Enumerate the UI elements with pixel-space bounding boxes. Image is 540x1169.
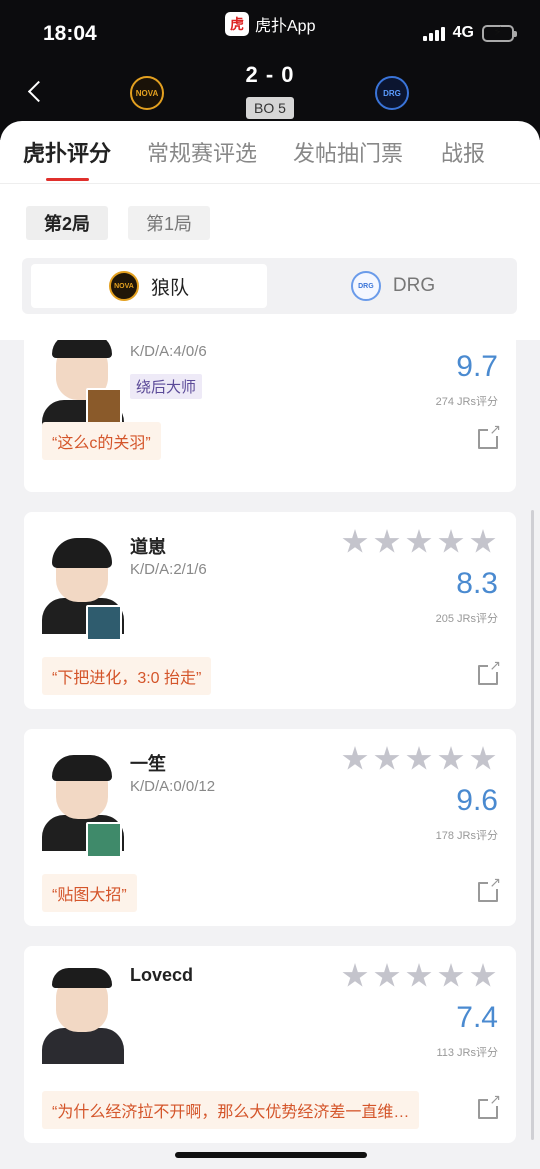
tab-hupu-rating[interactable]: 虎扑评分: [23, 136, 111, 168]
player-name: Lovecd: [130, 965, 194, 985]
team-drg-option[interactable]: DRG DRG: [277, 264, 509, 308]
share-icon[interactable]: [478, 658, 503, 685]
rating-count: 205 JRs评分: [435, 613, 498, 625]
network-label: 4G: [452, 24, 474, 41]
rating-stars[interactable]: [342, 746, 496, 772]
team-switch: NOVA 狼队 DRG DRG: [22, 258, 517, 314]
coach-avatar: [42, 968, 124, 1064]
star-icon[interactable]: [406, 529, 432, 553]
rating-count: 178 JRs评分: [435, 830, 498, 842]
rating-stars[interactable]: [342, 529, 496, 555]
top-comment[interactable]: “下把进化，3:0 抬走”: [42, 657, 212, 695]
top-comment[interactable]: “为什么经济拉不开啊，那么大优势经济差一直维…: [42, 1091, 420, 1129]
player-score: 9.6: [456, 784, 498, 817]
match-score: 2 - 0: [245, 62, 295, 87]
player-score: 8.3: [456, 567, 498, 600]
wolves-logo-icon: NOVA: [108, 271, 139, 301]
hero-avatar: [86, 388, 122, 424]
star-icon[interactable]: [438, 746, 464, 770]
team-label: 狼队: [150, 277, 189, 299]
player-name: 道崽: [130, 537, 166, 557]
team-right-logo: DRG: [375, 76, 409, 110]
star-icon[interactable]: [438, 963, 464, 987]
game-1-button[interactable]: 第1局: [128, 206, 211, 240]
share-icon[interactable]: [478, 422, 503, 449]
battery-icon: ⚡: [482, 24, 517, 42]
tab-regular-season[interactable]: 常规赛评选: [147, 136, 257, 168]
star-icon[interactable]: [342, 529, 368, 553]
team-wolves-option[interactable]: NOVA 狼队: [31, 264, 267, 308]
star-icon[interactable]: [374, 746, 400, 770]
hero-avatar: [86, 822, 122, 858]
hupu-app-icon: 虎: [225, 12, 249, 36]
share-icon[interactable]: [478, 1092, 503, 1119]
home-indicator[interactable]: [175, 1152, 367, 1158]
player-card[interactable]: 一笙 K/D/A:0/0/12 9.6 178 JRs评分 “贴图大招”: [24, 729, 516, 926]
player-score: 7.4: [456, 1001, 498, 1034]
rating-count: 274 JRs评分: [435, 396, 498, 408]
player-list: K/D/A:4/0/6 绕后大师 9.7 274 JRs评分 “这么c的关羽” …: [0, 340, 540, 1169]
player-score: 9.7: [456, 350, 498, 383]
star-icon[interactable]: [374, 963, 400, 987]
star-icon[interactable]: [470, 529, 496, 553]
star-icon[interactable]: [374, 529, 400, 553]
star-icon[interactable]: [342, 963, 368, 987]
rating-stars[interactable]: [342, 963, 496, 989]
tab-post-tickets[interactable]: 发帖抽门票: [293, 136, 403, 168]
star-icon[interactable]: [470, 963, 496, 987]
status-app-indicator[interactable]: 虎 虎扑App: [225, 12, 315, 36]
player-kda: K/D/A:2/1/6: [130, 561, 207, 578]
scrollbar[interactable]: [531, 510, 534, 1140]
player-card[interactable]: 道崽 K/D/A:2/1/6 8.3 205 JRs评分 “下把进化，3:0 抬…: [24, 512, 516, 709]
player-title-tag: 绕后大师: [130, 374, 203, 399]
hero-avatar: [86, 605, 122, 641]
star-icon[interactable]: [438, 529, 464, 553]
status-app-label: 虎扑App: [255, 18, 316, 35]
star-icon[interactable]: [406, 963, 432, 987]
status-time: 18:04: [43, 22, 97, 45]
rating-count: 113 JRs评分: [436, 1047, 498, 1059]
star-icon[interactable]: [406, 746, 432, 770]
top-comment[interactable]: “这么c的关羽”: [42, 422, 161, 460]
signal-icon: [422, 25, 445, 41]
star-icon[interactable]: [470, 746, 496, 770]
team-label: DRG: [392, 275, 436, 296]
player-card[interactable]: Lovecd 7.4 113 JRs评分 “为什么经济拉不开啊，那么大优势经济差…: [24, 946, 516, 1143]
player-kda: K/D/A:4/0/6: [130, 343, 207, 360]
player-card[interactable]: K/D/A:4/0/6 绕后大师 9.7 274 JRs评分 “这么c的关羽”: [24, 340, 516, 492]
player-name: 一笙: [130, 754, 166, 774]
player-kda: K/D/A:0/0/12: [130, 778, 216, 795]
active-tab-indicator: [46, 178, 89, 181]
game-2-button[interactable]: 第2局: [26, 206, 109, 240]
top-comment[interactable]: “贴图大招”: [42, 874, 137, 912]
status-indicators: 4G ⚡: [422, 24, 517, 42]
bo-badge: BO 5: [246, 97, 294, 119]
drg-logo-icon: DRG: [350, 271, 381, 301]
tab-report[interactable]: 战报: [441, 136, 485, 168]
share-icon[interactable]: [478, 875, 503, 902]
star-icon[interactable]: [342, 746, 368, 770]
